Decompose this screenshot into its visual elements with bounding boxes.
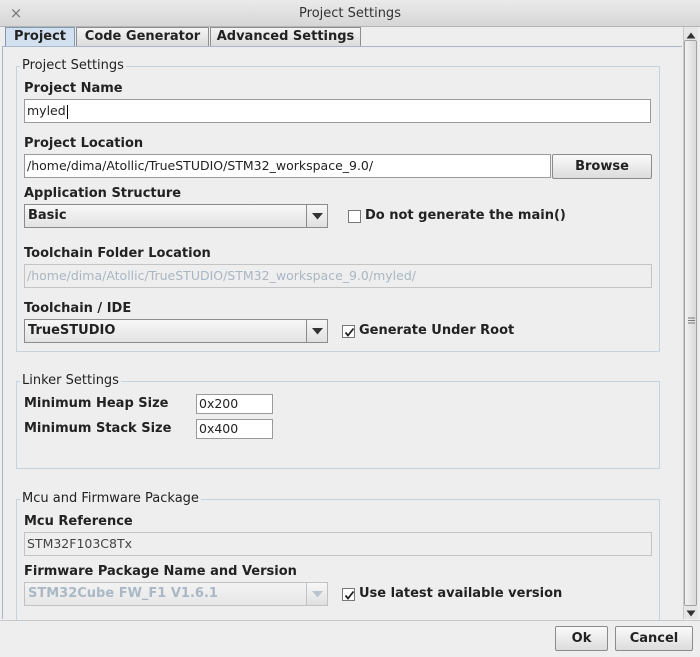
text-caret: [66, 104, 68, 119]
generate-under-root-checkbox[interactable]: [342, 325, 355, 338]
no-main-checkbox[interactable]: [348, 210, 361, 223]
firmware-package-select[interactable]: STM32Cube FW_F1 V1.6.1: [24, 582, 328, 606]
scrollbar-thumb[interactable]: [684, 40, 697, 606]
window-title: Project Settings: [299, 6, 401, 21]
checkmark-icon: [344, 327, 355, 337]
grip-icon: [688, 317, 695, 324]
scroll-up-icon[interactable]: [686, 29, 696, 39]
chevron-down-icon: [312, 328, 323, 335]
ok-button[interactable]: Ok: [555, 626, 608, 651]
cancel-button[interactable]: Cancel: [615, 626, 693, 651]
scroll-down-icon[interactable]: [686, 607, 696, 617]
firmware-package-dropdown-button[interactable]: [306, 583, 327, 605]
toolchain-folder-input[interactable]: /home/dima/Atollic/TrueSTUDIO/STM32_work…: [24, 264, 652, 288]
project-location-input[interactable]: /home/dima/Atollic/TrueSTUDIO/STM32_work…: [24, 154, 551, 178]
app-structure-label: Application Structure: [24, 186, 182, 201]
project-name-label: Project Name: [24, 81, 123, 96]
heap-size-label: Minimum Heap Size: [24, 396, 169, 411]
toolchain-ide-dropdown-button[interactable]: [306, 320, 327, 342]
tab-project[interactable]: Project: [5, 27, 75, 47]
toolchain-ide-select[interactable]: TrueSTUDIO: [24, 319, 328, 343]
stack-size-label: Minimum Stack Size: [24, 421, 172, 436]
firmware-package-label: Firmware Package Name and Version: [24, 564, 297, 579]
mcu-reference-input[interactable]: STM32F103C8Tx: [24, 532, 652, 556]
browse-button[interactable]: Browse: [552, 154, 652, 179]
mcu-firmware-title: Mcu and Firmware Package: [20, 491, 201, 506]
chevron-down-icon: [312, 591, 323, 598]
tab-advanced-settings[interactable]: Advanced Settings: [210, 27, 361, 46]
linker-settings-title: Linker Settings: [20, 373, 121, 388]
heap-size-input[interactable]: 0x200: [196, 394, 273, 414]
mcu-reference-label: Mcu Reference: [24, 514, 133, 529]
project-location-label: Project Location: [24, 136, 144, 151]
project-name-input[interactable]: myled: [24, 99, 651, 123]
app-structure-dropdown-button[interactable]: [306, 205, 327, 227]
toolchain-ide-label: Toolchain / IDE: [24, 301, 132, 316]
toolchain-folder-label: Toolchain Folder Location: [24, 246, 211, 261]
project-settings-title: Project Settings: [20, 58, 126, 73]
group-border-gap: [660, 176, 682, 228]
chevron-down-icon: [312, 213, 323, 220]
stack-size-input[interactable]: 0x400: [196, 419, 273, 439]
tab-code-generator[interactable]: Code Generator: [76, 27, 209, 46]
use-latest-version-label: Use latest available version: [359, 586, 563, 601]
app-structure-select[interactable]: Basic: [24, 204, 328, 228]
use-latest-version-checkbox[interactable]: [342, 588, 355, 601]
checkmark-icon: [344, 590, 355, 600]
no-main-label: Do not generate the main(): [365, 208, 566, 223]
generate-under-root-label: Generate Under Root: [359, 323, 515, 338]
